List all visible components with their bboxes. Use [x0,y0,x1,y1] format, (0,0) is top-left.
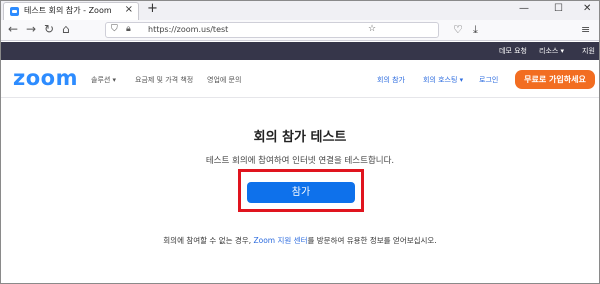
host-meeting-menu[interactable]: 회의 호스팅 ▾ [423,75,463,85]
login-link[interactable]: 로그인 [479,75,498,85]
zoom-logo[interactable]: zoom [13,66,78,90]
tab-strip: 테스트 회의 참가 - Zoom × + — ☐ ✕ [1,1,599,20]
page-description: 테스트 회의에 참여하여 인터넷 연결을 테스트합니다. [205,156,395,166]
reload-icon[interactable]: ↻ [44,22,54,36]
support-center-link[interactable]: Zoom 지원 센터 [253,236,307,245]
zoom-header: zoom 솔루션 ▾ 요금제 및 가격 책정 영업에 문의 회의 참가 회의 호… [1,60,599,98]
join-button[interactable]: 참가 [247,182,355,203]
lock-icon[interactable]: 🔒︎ [126,24,131,34]
url-text[interactable]: https://zoom.us/test [148,25,228,34]
maximize-icon[interactable]: ☐ [554,3,563,14]
close-window-icon[interactable]: ✕ [583,3,591,14]
page-title: 회의 참가 테스트 [253,130,347,145]
tab-close-icon[interactable]: × [125,4,133,15]
zoom-favicon-icon [10,7,19,16]
browser-window: 테스트 회의 참가 - Zoom × + — ☐ ✕ ← → ↻ ⌂ ⛉ 🔒︎ … [0,0,600,284]
pricing-link[interactable]: 요금제 및 가격 책정 [135,75,193,85]
menu-icon[interactable]: ≡ [581,23,590,36]
demo-request-link[interactable]: 데모 요청 [499,46,527,56]
join-meeting-link[interactable]: 회의 참가 [377,75,405,85]
bookmark-star-icon[interactable]: ☆ [368,24,376,34]
help-note-suffix: 를 방문하여 유용한 정보를 얻어보십시오. [307,236,437,245]
help-note: 회의에 참여할 수 없는 경우, Zoom 지원 센터를 방문하여 유용한 정보… [1,235,599,246]
home-icon[interactable]: ⌂ [62,22,70,36]
download-icon[interactable]: ⤓ [473,23,478,37]
zoom-top-strip: 데모 요청 리소스 ▾ 지원 [1,42,599,60]
resources-menu[interactable]: 리소스 ▾ [539,46,564,56]
new-tab-icon[interactable]: + [147,1,158,16]
browser-tab[interactable]: 테스트 회의 참가 - Zoom × [3,2,139,20]
pocket-icon[interactable]: ♡ [453,23,463,36]
tab-title: 테스트 회의 참가 - Zoom [24,6,112,15]
navigation-bar: ← → ↻ ⌂ ⛉ 🔒︎ https://zoom.us/test ☆ ♡ ⤓ … [1,20,599,41]
support-link[interactable]: 지원 [582,46,595,56]
shield-icon[interactable]: ⛉ [111,24,118,34]
url-bar[interactable]: ⛉ 🔒︎ https://zoom.us/test ☆ [105,22,439,38]
solutions-menu[interactable]: 솔루션 ▾ [91,75,116,85]
forward-icon[interactable]: → [26,22,36,36]
minimize-icon[interactable]: — [519,3,529,14]
help-note-prefix: 회의에 참여할 수 없는 경우, [163,236,254,245]
contact-sales-link[interactable]: 영업에 문의 [207,75,241,85]
signup-button[interactable]: 무료로 가입하세요 [515,70,595,89]
back-icon[interactable]: ← [8,22,18,36]
